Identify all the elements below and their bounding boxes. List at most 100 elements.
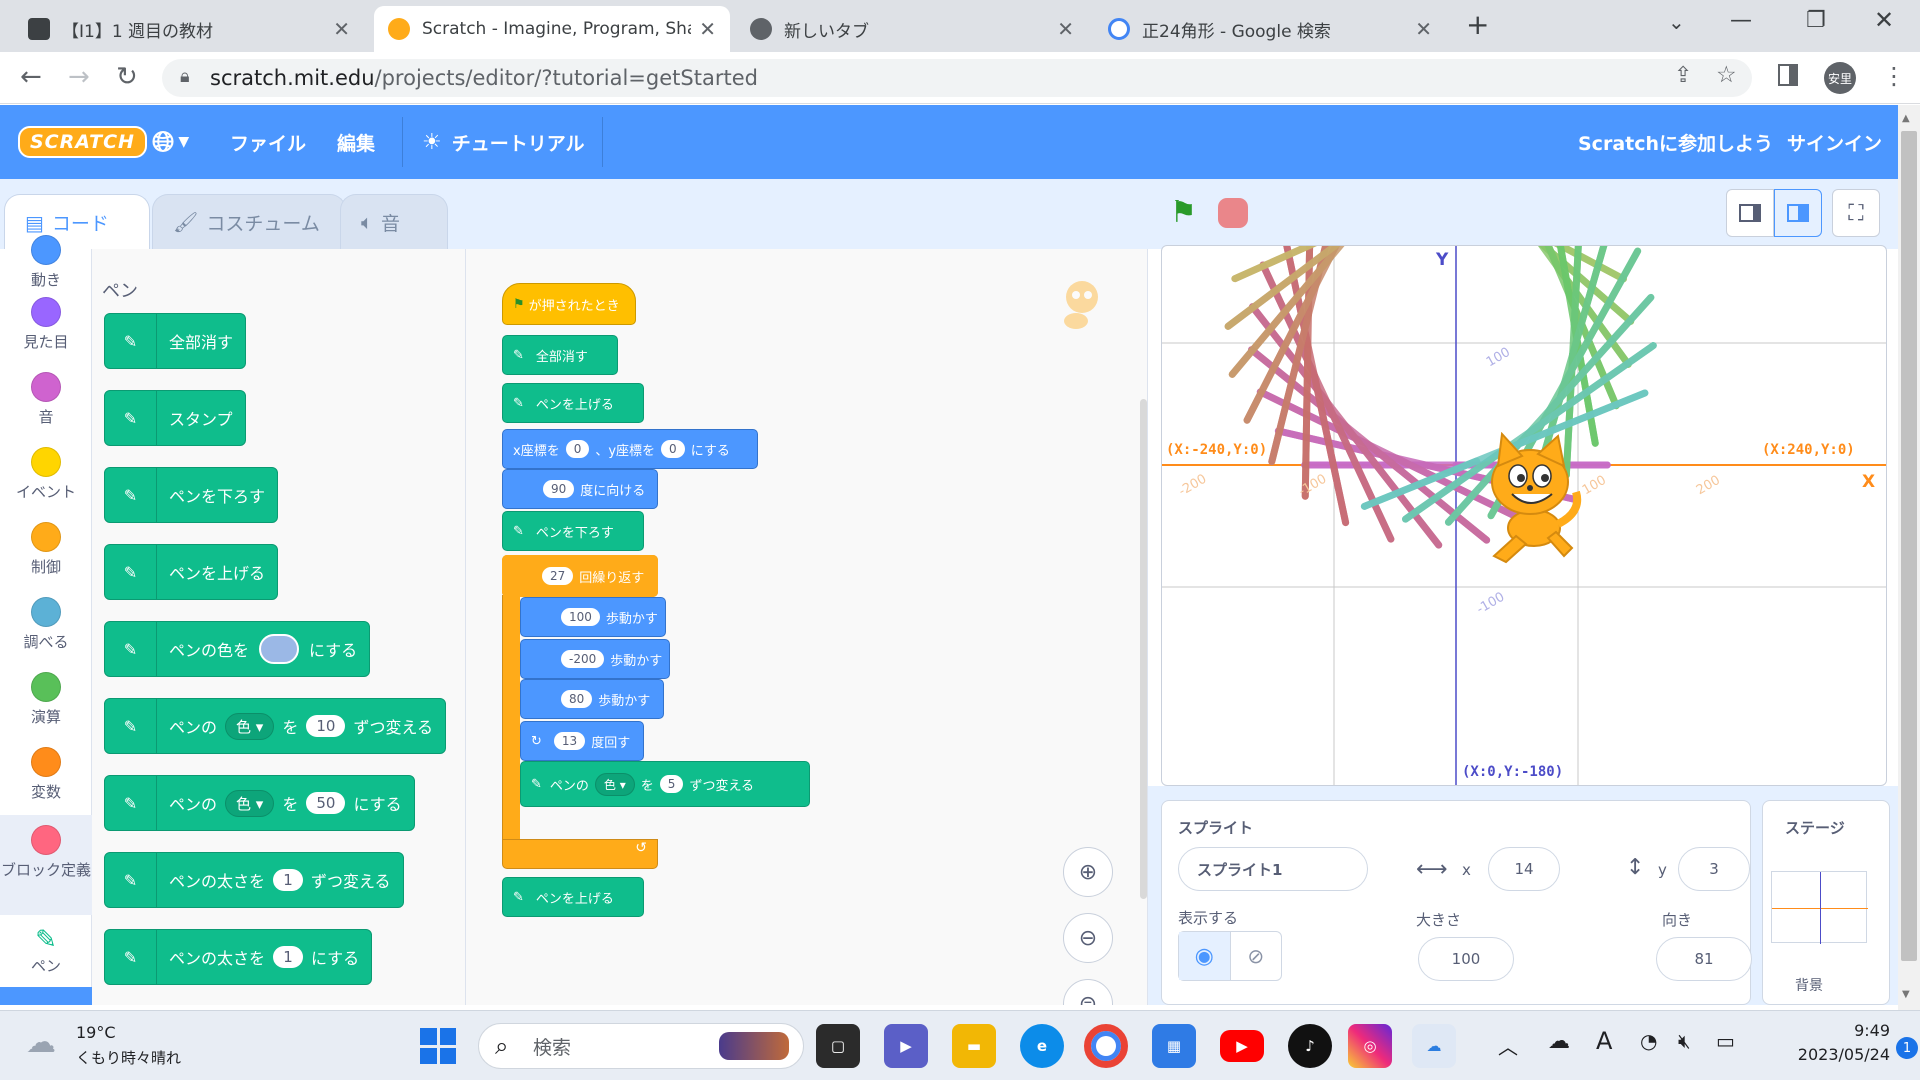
move-100-block[interactable]: 100 歩動かす bbox=[520, 597, 666, 637]
task-view-icon[interactable]: ▢ bbox=[816, 1024, 860, 1068]
join-scratch-link[interactable]: Scratchに参加しよう bbox=[1578, 105, 1773, 179]
script-area[interactable]: ⚑ が押されたとき ✎ 全部消す ✎ ペンを上げる x座標を 0 、y座標を 0 にする 90… bbox=[466, 249, 1148, 1005]
category-sensing[interactable]: 調べる bbox=[0, 597, 92, 652]
file-explorer-icon[interactable]: ▬ bbox=[952, 1024, 996, 1068]
back-icon[interactable]: ← bbox=[20, 62, 42, 92]
pen-color-swatch[interactable] bbox=[259, 634, 300, 664]
block-change-pen-param[interactable]: ✎ ペンの色 ▾ を 10 ずつ変える bbox=[104, 698, 446, 754]
windows-start-icon[interactable] bbox=[420, 1028, 456, 1064]
script-scrollbar[interactable] bbox=[1140, 399, 1147, 899]
steps-input[interactable]: 100 bbox=[561, 608, 600, 626]
sign-in-link[interactable]: サインイン bbox=[1787, 105, 1882, 179]
param-dropdown[interactable]: 色 ▾ bbox=[225, 789, 275, 817]
block-change-pen-size[interactable]: ✎ ペンの太さを 1 ずつ変える bbox=[104, 852, 404, 908]
repeat-count-input[interactable]: 27 bbox=[542, 567, 574, 585]
language-menu[interactable]: 🌐︎ ▼ bbox=[152, 105, 189, 179]
onedrive-icon[interactable]: ☁ bbox=[1412, 1024, 1456, 1068]
param-dropdown[interactable]: 色 ▾ bbox=[594, 772, 635, 796]
category-my-blocks[interactable]: ブロック定義 bbox=[0, 815, 92, 915]
cat-sprite[interactable] bbox=[1472, 431, 1592, 576]
browser-tab-3[interactable]: 新しいタブ ✕ bbox=[736, 6, 1088, 52]
category-pen[interactable]: ✎ ペン bbox=[0, 925, 92, 976]
value-input[interactable]: 50 bbox=[306, 792, 346, 814]
tiktok-icon[interactable]: ♪ bbox=[1288, 1024, 1332, 1068]
tab-costumes[interactable]: 🖌︎ コスチューム bbox=[152, 194, 346, 249]
x-input[interactable]: 0 bbox=[565, 440, 590, 458]
stage-canvas[interactable]: Y X (X:-240,Y:0) (X:240,Y:0) (X:0,Y:-180… bbox=[1161, 245, 1887, 786]
show-sprite-eye-icon[interactable]: ◉ bbox=[1179, 932, 1231, 980]
steps-input[interactable]: -200 bbox=[561, 650, 605, 668]
direction-input[interactable]: 90 bbox=[543, 480, 575, 498]
script-clear-block[interactable]: ✎ 全部消す bbox=[502, 335, 618, 375]
category-operators[interactable]: 演算 bbox=[0, 672, 92, 727]
close-tab-icon[interactable]: ✕ bbox=[699, 17, 716, 41]
page-scroll-thumb[interactable] bbox=[1901, 131, 1917, 961]
volume-icon[interactable]: 🔇︎ bbox=[1678, 1029, 1691, 1053]
teams-chat-icon[interactable]: ▶ bbox=[884, 1024, 928, 1068]
block-set-pen-param[interactable]: ✎ ペンの色 ▾ を 50 にする bbox=[104, 775, 415, 831]
forward-icon[interactable]: → bbox=[68, 62, 90, 92]
close-window-icon[interactable]: ✕ bbox=[1874, 6, 1894, 34]
bookmark-star-icon[interactable]: ☆ bbox=[1716, 62, 1737, 88]
block-set-pen-size[interactable]: ✎ ペンの太さを 1 にする bbox=[104, 929, 373, 985]
close-tab-icon[interactable]: ✕ bbox=[333, 17, 350, 41]
script-pen-up-block-2[interactable]: ✎ ペンを上げる bbox=[502, 877, 644, 917]
zoom-out-button[interactable]: ⊖ bbox=[1063, 913, 1113, 963]
browser-tab-2[interactable]: Scratch - Imagine, Program, Shar ✕ bbox=[374, 6, 730, 52]
address-bar[interactable]: 🔒︎ scratch.mit.edu/projects/editor/?tuto… bbox=[162, 59, 1752, 97]
value-input[interactable]: 10 bbox=[306, 715, 346, 737]
script-pen-down-block[interactable]: ✎ ペンを下ろす bbox=[502, 511, 644, 551]
wifi-icon[interactable]: ◔ bbox=[1640, 1029, 1657, 1053]
turn-right-block[interactable]: ↻ 13 度回す bbox=[520, 721, 644, 761]
category-variables[interactable]: 変数 bbox=[0, 747, 92, 802]
extensions-button[interactable] bbox=[0, 987, 92, 1005]
show-hidden-icons[interactable]: ︿ bbox=[1498, 1031, 1518, 1060]
network-status-icon[interactable]: ☁ bbox=[1548, 1029, 1570, 1054]
large-stage-button[interactable] bbox=[1774, 189, 1822, 237]
close-tab-icon[interactable]: ✕ bbox=[1415, 17, 1432, 41]
sprite-y-field[interactable]: 3 bbox=[1678, 847, 1750, 891]
when-flag-clicked-block[interactable]: ⚑ が押されたとき bbox=[502, 283, 636, 325]
value-input[interactable]: 1 bbox=[273, 946, 304, 968]
battery-icon[interactable]: ▭ bbox=[1716, 1029, 1735, 1053]
store-icon[interactable]: ▦ bbox=[1152, 1024, 1196, 1068]
y-input[interactable]: 0 bbox=[661, 440, 685, 458]
close-tab-icon[interactable]: ✕ bbox=[1057, 17, 1074, 41]
script-pen-up-block[interactable]: ✎ ペンを上げる bbox=[502, 383, 644, 423]
page-scrollbar[interactable]: ▲ ▼ bbox=[1898, 105, 1920, 1010]
scratch-logo[interactable]: SCRATCH bbox=[18, 126, 147, 158]
share-icon[interactable]: ⇪ bbox=[1674, 63, 1692, 88]
sprite-x-field[interactable]: 14 bbox=[1488, 847, 1560, 891]
block-pen-up[interactable]: ✎ ペンを上げる bbox=[104, 544, 279, 600]
category-looks[interactable]: 見た目 bbox=[0, 297, 92, 352]
sprite-size-field[interactable]: 100 bbox=[1418, 937, 1514, 981]
steps-input[interactable]: 80 bbox=[561, 690, 593, 708]
stage-selector[interactable]: ステージ 背景 bbox=[1762, 800, 1890, 1005]
tab-search-icon[interactable]: ⌄ bbox=[1668, 10, 1685, 34]
category-motion[interactable]: 動き bbox=[0, 235, 92, 290]
point-direction-block[interactable]: 90 度に向ける bbox=[502, 469, 658, 509]
weather-icon[interactable]: ☁ bbox=[26, 1025, 56, 1060]
fullscreen-button[interactable]: ⛶ bbox=[1832, 189, 1880, 237]
move-80-block[interactable]: 80 歩動かす bbox=[520, 679, 664, 719]
browser-tab-1[interactable]: 【I1】1 週目の教材 ✕ bbox=[14, 6, 364, 52]
zoom-in-button[interactable]: ⊕ bbox=[1063, 847, 1113, 897]
category-events[interactable]: イベント bbox=[0, 447, 92, 502]
move-minus200-block[interactable]: -200 歩動かす bbox=[520, 639, 670, 679]
change-value-input[interactable]: 5 bbox=[659, 775, 684, 793]
block-set-pen-color[interactable]: ✎ ペンの色を にする bbox=[104, 621, 371, 677]
small-stage-button[interactable] bbox=[1726, 189, 1774, 237]
degrees-input[interactable]: 13 bbox=[553, 732, 586, 750]
param-dropdown[interactable]: 色 ▾ bbox=[225, 712, 275, 740]
file-menu[interactable]: ファイル bbox=[230, 105, 306, 179]
profile-avatar[interactable]: 安里 bbox=[1824, 62, 1856, 94]
category-control[interactable]: 制御 bbox=[0, 522, 92, 577]
restore-icon[interactable]: ❐ bbox=[1806, 8, 1826, 33]
sprite-name-field[interactable]: スプライト1 bbox=[1178, 847, 1368, 891]
tab-sounds[interactable]: 🔈︎ 音 bbox=[340, 194, 448, 249]
browser-menu-icon[interactable]: ⋮ bbox=[1882, 62, 1906, 90]
block-stamp[interactable]: ✎ スタンプ bbox=[104, 390, 246, 446]
green-flag-button[interactable]: ⚑ bbox=[1170, 195, 1197, 230]
chrome-icon[interactable] bbox=[1084, 1024, 1128, 1068]
instagram-icon[interactable]: ◎ bbox=[1348, 1024, 1392, 1068]
